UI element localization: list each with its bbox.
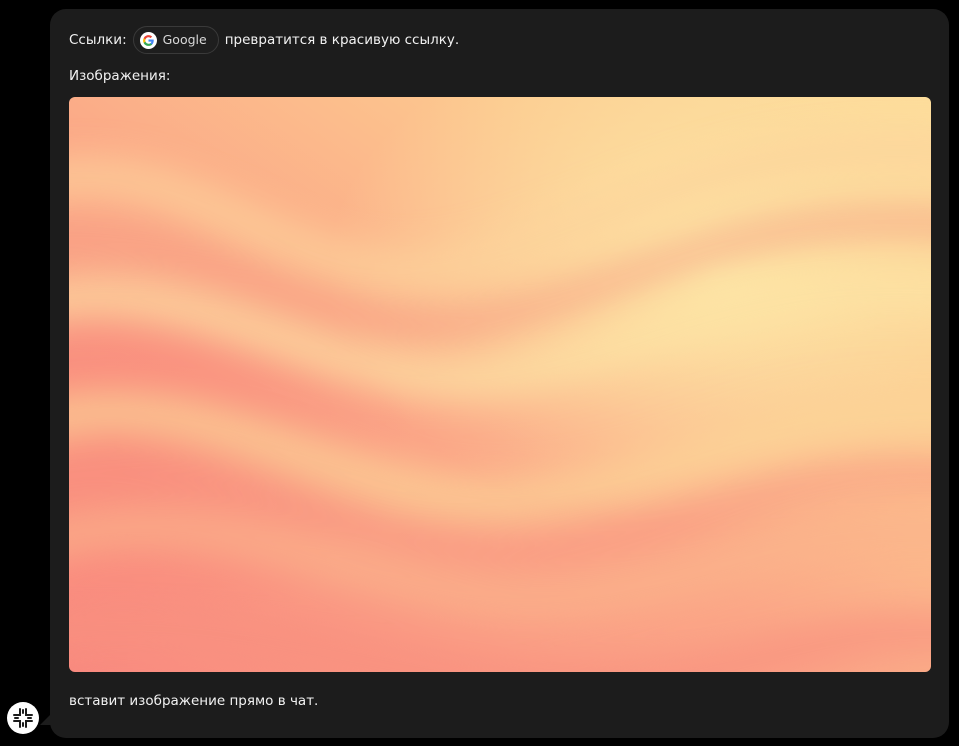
google-link-chip[interactable]: Google (132, 26, 219, 54)
gradient-wave-image (69, 97, 931, 672)
images-label: Изображения: (69, 68, 171, 84)
bubble-tail (40, 713, 52, 725)
links-line: Ссылки: Google превратится в красивую сс… (69, 26, 459, 54)
google-g-icon (139, 31, 157, 49)
links-suffix: превратится в красивую ссылку. (224, 32, 460, 48)
google-link-label: Google (162, 32, 207, 47)
image-caption: вставит изображение прямо в чат. (69, 693, 319, 709)
message-bubble: Ссылки: Google превратится в красивую сс… (50, 9, 949, 738)
links-prefix: Ссылки: (69, 32, 127, 48)
embedded-image[interactable] (69, 97, 931, 672)
bot-logo-icon[interactable] (7, 702, 39, 734)
